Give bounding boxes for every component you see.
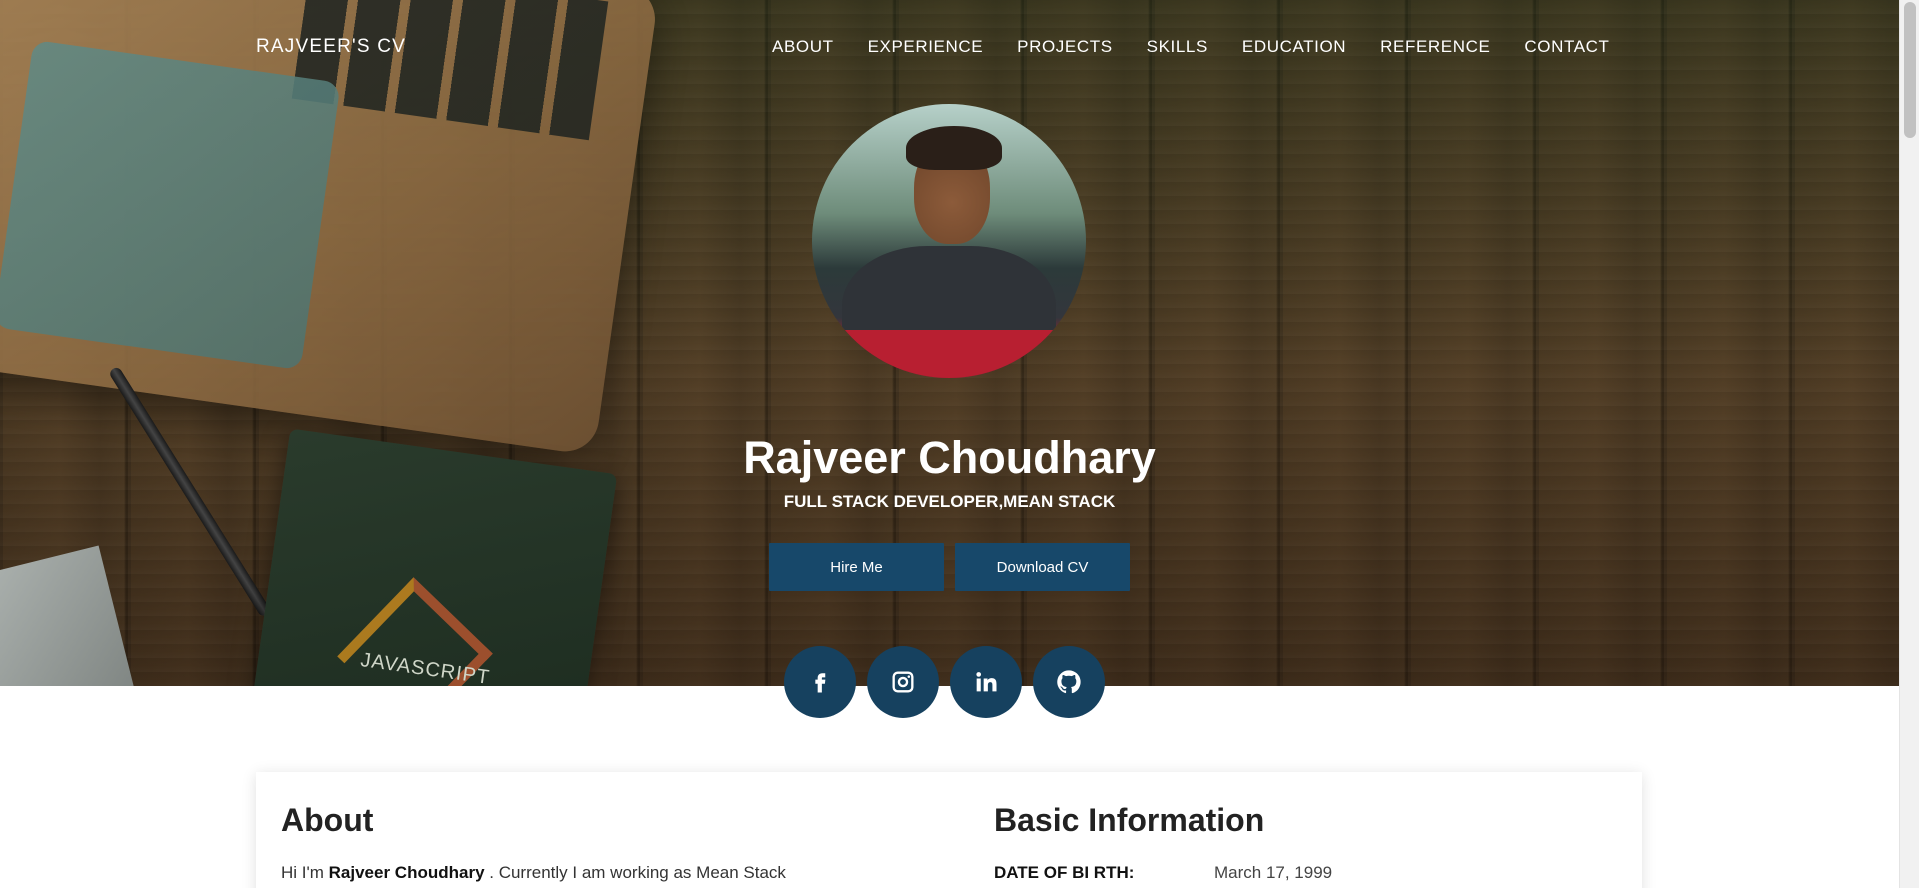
nav-item-experience[interactable]: EXPERIENCE bbox=[868, 37, 984, 57]
social-links bbox=[784, 646, 1105, 718]
nav-item-about[interactable]: ABOUT bbox=[772, 37, 834, 57]
about-text-suffix: . Currently I am working as Mean Stack bbox=[484, 863, 786, 882]
dob-label: DATE OF BI RTH: bbox=[994, 863, 1135, 882]
facebook-link[interactable] bbox=[784, 646, 856, 718]
avatar-hair bbox=[906, 126, 1002, 170]
github-icon bbox=[1057, 670, 1081, 694]
nav-item-reference[interactable]: REFERENCE bbox=[1380, 37, 1490, 57]
page-scrollbar[interactable] bbox=[1899, 0, 1919, 888]
about-heading: About bbox=[281, 802, 374, 838]
hero-section: JAVASCRIPT RAJVEER'S CV ABOUT EXPERIENCE… bbox=[0, 0, 1899, 686]
basic-info-heading: Basic Information bbox=[994, 802, 1265, 838]
main-nav: ABOUT EXPERIENCE PROJECTS SKILLS EDUCATI… bbox=[772, 37, 1610, 57]
nav-item-projects[interactable]: PROJECTS bbox=[1017, 37, 1112, 57]
instagram-icon bbox=[892, 671, 914, 693]
profile-avatar bbox=[812, 104, 1086, 378]
profile-subtitle: FULL STACK DEVELOPER,MEAN STACK bbox=[783, 492, 1116, 511]
page: JAVASCRIPT RAJVEER'S CV ABOUT EXPERIENCE… bbox=[0, 0, 1919, 888]
about-text-name: Rajveer Choudhary bbox=[328, 863, 485, 882]
about-card: About Hi I'm Rajveer Choudhary . Current… bbox=[256, 772, 1642, 888]
scrollbar-thumb[interactable] bbox=[1904, 2, 1916, 138]
linkedin-icon bbox=[976, 672, 997, 692]
dob-value: March 17, 1999 bbox=[1214, 863, 1333, 882]
profile-name: Rajveer Choudhary bbox=[743, 432, 1156, 483]
brand-logo[interactable]: RAJVEER'S CV bbox=[256, 36, 406, 58]
about-text-prefix: Hi I'm bbox=[281, 863, 329, 882]
nav-item-skills[interactable]: SKILLS bbox=[1147, 37, 1208, 57]
avatar-jacket-band bbox=[822, 330, 1076, 378]
trackpad-image bbox=[0, 39, 341, 371]
instagram-link[interactable] bbox=[867, 646, 939, 718]
nav-item-contact[interactable]: CONTACT bbox=[1524, 37, 1609, 57]
download-cv-button[interactable]: Download CV bbox=[955, 543, 1130, 591]
linkedin-link[interactable] bbox=[950, 646, 1022, 718]
github-link[interactable] bbox=[1033, 646, 1105, 718]
about-text: Hi I'm Rajveer Choudhary . Currently I a… bbox=[281, 863, 786, 883]
facebook-icon bbox=[815, 673, 826, 693]
nav-item-education[interactable]: EDUCATION bbox=[1242, 37, 1346, 57]
hire-me-button[interactable]: Hire Me bbox=[769, 543, 944, 591]
